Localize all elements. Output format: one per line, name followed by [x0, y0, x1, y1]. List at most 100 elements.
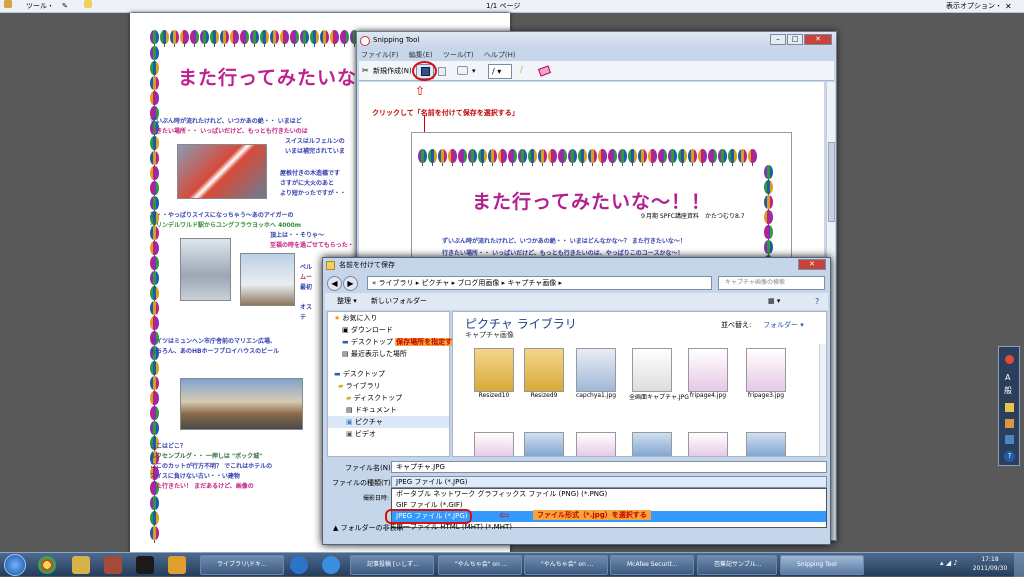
- taskbar-snipping[interactable]: Snipping Tool: [780, 555, 864, 575]
- show-desktop-button[interactable]: [1014, 553, 1024, 577]
- menu-file[interactable]: ファイル(F): [361, 51, 399, 59]
- dialog-close-button[interactable]: ✕: [798, 259, 826, 270]
- menu-edit[interactable]: 編集(E): [409, 51, 433, 59]
- balloon-icon: [648, 149, 657, 166]
- new-folder-button[interactable]: 新しいフォルダー: [371, 293, 427, 310]
- maximize-button[interactable]: □: [787, 34, 803, 45]
- pen-icon[interactable]: ✎: [62, 0, 68, 13]
- organize-button[interactable]: 整理 ▾: [337, 293, 357, 310]
- new-snip-button[interactable]: 新規作成(N): [373, 66, 412, 76]
- nav-pictures[interactable]: ▣ ピクチャ: [328, 416, 449, 428]
- file-thumbnail[interactable]: [576, 432, 616, 456]
- file-thumbnail[interactable]: [688, 432, 728, 456]
- nav-recent[interactable]: ▤ 最近表示した場所: [328, 348, 449, 360]
- send-icon[interactable]: [457, 66, 468, 75]
- menu-tools[interactable]: ツール(T): [443, 51, 474, 59]
- taskbar-blog-post[interactable]: 記事投稿 [ぃしず...: [350, 555, 434, 575]
- nav-favorites[interactable]: ★ お気に入り: [328, 312, 449, 324]
- snip-scroll-thumb[interactable]: [828, 142, 835, 222]
- close-icon[interactable]: ✕: [1005, 0, 1012, 13]
- forward-button[interactable]: ▶: [343, 276, 358, 291]
- menu-help[interactable]: ヘルプ(H): [484, 51, 516, 59]
- nav-downloads[interactable]: ▣ ダウンロード: [328, 324, 449, 336]
- tray-icons[interactable]: ▴ ◢ ♪: [940, 559, 958, 567]
- file-item[interactable]: fripage3.jpg: [743, 348, 789, 402]
- clock[interactable]: 17:18 2011/09/30: [970, 555, 1010, 573]
- back-button[interactable]: ◀: [327, 276, 342, 291]
- crumb-blog-images[interactable]: ブログ用画像: [457, 279, 499, 287]
- file-thumbnail[interactable]: [524, 432, 564, 456]
- scissors-icon[interactable]: ✂: [362, 66, 369, 75]
- hide-folders-toggle[interactable]: ▲ フォルダーの非表示: [333, 523, 404, 533]
- taskbar-bashoki[interactable]: 芭蕉記サンプル...: [697, 555, 777, 575]
- document-line: ずいぶん時が流れたけれど、いつかあの絶・・ いまはど: [150, 118, 302, 125]
- taskbar-yancha-1[interactable]: "やんちゃ会" on ...: [438, 555, 522, 575]
- file-thumbnail[interactable]: [632, 432, 672, 456]
- taskbar-library[interactable]: ライブラリ\ドキ...: [200, 555, 284, 575]
- tools-menu[interactable]: ツール・: [26, 0, 54, 13]
- close-button[interactable]: ✕: [804, 34, 832, 45]
- nav-libraries[interactable]: ▰ ライブラリ: [328, 380, 449, 392]
- balloon-icon: [764, 210, 773, 227]
- file-thumbnail[interactable]: [474, 432, 514, 456]
- file-item[interactable]: Resized9: [521, 348, 567, 402]
- balloon-icon: [330, 30, 339, 47]
- taskbar-mcafee[interactable]: McAfee Securit...: [610, 555, 694, 575]
- pen-tool-button[interactable]: / ▾: [488, 64, 512, 79]
- ime-icon[interactable]: [1005, 355, 1014, 364]
- crumb-captures[interactable]: キャプチャ画像: [507, 279, 556, 287]
- nav-desktop-root[interactable]: ▬ デスクトップ: [328, 368, 449, 380]
- view-options-icon[interactable]: ▦ ▾: [768, 293, 780, 310]
- minimize-button[interactable]: –: [770, 34, 786, 45]
- highlighter-icon[interactable]: /: [520, 65, 523, 75]
- chrome-icon[interactable]: [38, 556, 56, 574]
- crumb-pictures[interactable]: ピクチャ: [421, 279, 449, 287]
- send-dropdown-icon[interactable]: ▾: [472, 67, 476, 75]
- address-bar[interactable]: « ライブラリ ▸ ピクチャ ▸ ブログ用画像 ▸ キャプチャ画像 ▸: [367, 276, 712, 290]
- nav-disktop[interactable]: ▰ ディスクトップ: [328, 392, 449, 404]
- explorer-icon[interactable]: [72, 556, 90, 574]
- app-icon[interactable]: [104, 556, 122, 574]
- balloon-icon: [668, 149, 677, 166]
- file-item[interactable]: 全画面キャプチャ.JPG: [629, 348, 689, 402]
- ime-tool-icon[interactable]: [1005, 419, 1014, 428]
- crumb-library[interactable]: ライブラリ: [379, 279, 414, 287]
- ime-pad-icon[interactable]: [1005, 403, 1014, 412]
- nav-desktop[interactable]: ▬ デスクトップ 保存場所を指定する: [328, 336, 461, 348]
- folder-icon[interactable]: [4, 0, 12, 8]
- folder-tray-icon[interactable]: [168, 556, 186, 574]
- copy-icon[interactable]: [438, 67, 446, 76]
- file-item[interactable]: capchya1.jpg: [573, 348, 619, 402]
- balloon-icon: [508, 149, 517, 166]
- nav-videos[interactable]: ▣ ビデオ: [328, 428, 449, 440]
- ime-help-icon[interactable]: ?: [1004, 451, 1015, 462]
- balloon-icon: [748, 149, 757, 166]
- balloon-icon: [210, 30, 219, 47]
- filename-input[interactable]: キャプチャ.JPG: [391, 461, 827, 473]
- eye-icon[interactable]: [136, 556, 154, 574]
- note-icon[interactable]: [84, 0, 92, 8]
- filetype-option-png[interactable]: ポータブル ネットワーク グラフィックス ファイル (PNG) (*.PNG): [392, 489, 826, 500]
- balloon-icon: [230, 30, 239, 47]
- help-icon[interactable]: ?: [815, 293, 819, 310]
- display-options[interactable]: 表示オプション・: [946, 0, 1002, 13]
- file-thumbnail[interactable]: [746, 432, 786, 456]
- nav-label: デスクトップ: [350, 338, 393, 346]
- ime-mode[interactable]: 般: [1004, 385, 1012, 396]
- ime-mode-a[interactable]: A: [1005, 373, 1010, 382]
- thunderbird-icon[interactable]: [290, 556, 308, 574]
- content-scrollbar[interactable]: [819, 344, 826, 456]
- page-indicator: 1/1 ページ: [486, 2, 521, 10]
- nav-documents[interactable]: ▤ ドキュメント: [328, 404, 449, 416]
- start-button[interactable]: [4, 554, 26, 576]
- file-item[interactable]: Resized10: [471, 348, 517, 402]
- filetype-select[interactable]: JPEG ファイル (*.JPG): [391, 476, 827, 488]
- search-input[interactable]: キャプチャ画像の検索: [718, 276, 825, 290]
- arrange-dropdown[interactable]: フォルダー ▾: [763, 320, 804, 330]
- balloon-icon: [738, 149, 747, 166]
- ie-icon[interactable]: [322, 556, 340, 574]
- eraser-icon[interactable]: [537, 65, 552, 77]
- file-item[interactable]: fripage4.jpg: [685, 348, 731, 402]
- taskbar-yancha-2[interactable]: "やんちゃ会" on ...: [524, 555, 608, 575]
- ime-dict-icon[interactable]: [1005, 435, 1014, 444]
